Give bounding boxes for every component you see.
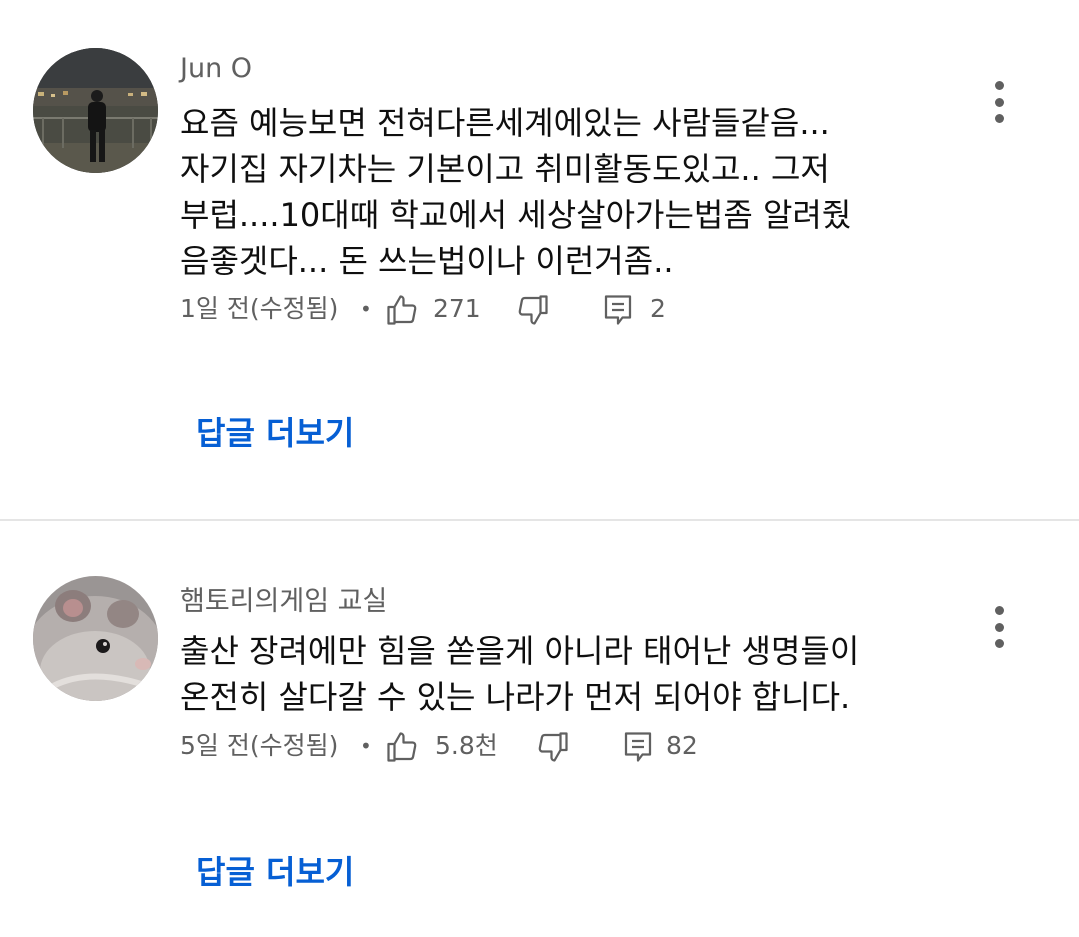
comment-text: 출산 장려에만 힘을 쏟을게 아니라 태어난 생명들이 온전히 살다갈 수 있는… <box>180 628 960 720</box>
dislike-button[interactable] <box>535 726 575 766</box>
comment-text-line: 출산 장려에만 힘을 쏟을게 아니라 태어난 생명들이 <box>180 632 860 670</box>
reply-count: 2 <box>650 294 666 323</box>
reply-button[interactable] <box>620 726 660 766</box>
dislike-button[interactable] <box>515 289 555 329</box>
more-vertical-icon[interactable] <box>982 602 1016 652</box>
comment-text-line: 온전히 살다갈 수 있는 나라가 먼저 되어야 합니다. <box>180 678 851 716</box>
thumbs-down-icon <box>538 732 568 762</box>
reply-count: 82 <box>666 731 698 760</box>
comment-author[interactable]: Jun O <box>180 53 252 84</box>
comment-author[interactable]: 햄토리의게임 교실 <box>180 579 387 618</box>
comment-timestamp: 1일 전(수정됨) <box>180 294 339 323</box>
avatar-photo <box>33 576 158 701</box>
avatar[interactable] <box>33 48 158 173</box>
comment-text-line: 부럽....10대때 학교에서 세상살아가는법좀 알려줬 <box>180 196 852 234</box>
comment-text-line: 자기집 자기차는 기본이고 취미활동도있고.. 그저 <box>180 150 830 188</box>
meta-separator: • <box>360 734 372 758</box>
more-vertical-icon[interactable] <box>982 77 1016 127</box>
thumbs-down-icon <box>518 295 548 325</box>
comment-item: Jun O 요즘 예능보면 전혀다른세계에있는 사람들같음... 자기집 자기차… <box>0 0 1079 519</box>
like-button[interactable] <box>384 289 424 329</box>
like-count: 5.8천 <box>435 731 498 760</box>
comment-item: 햄토리의게임 교실 출산 장려에만 힘을 쏟을게 아니라 태어난 생명들이 온전… <box>0 521 1079 937</box>
thumbs-up-icon <box>387 732 417 762</box>
comment-text-line: 음좋겟다... 돈 쓰는법이나 이런거좀.. <box>180 242 674 280</box>
like-count: 271 <box>433 294 481 323</box>
like-button[interactable] <box>384 726 424 766</box>
comment-actions: 1일 전(수정됨) • 271 2 <box>180 289 880 329</box>
meta-separator: • <box>360 297 372 321</box>
reply-button[interactable] <box>600 289 640 329</box>
avatar[interactable] <box>33 576 158 701</box>
thumbs-up-icon <box>387 295 417 325</box>
comment-text: 요즘 예능보면 전혀다른세계에있는 사람들같음... 자기집 자기차는 기본이고… <box>180 100 960 284</box>
reply-comment-icon <box>604 295 632 325</box>
comment-actions: 5일 전(수정됨) • 5.8천 82 <box>180 726 880 766</box>
more-replies-button[interactable]: 답글 더보기 <box>196 408 354 454</box>
reply-comment-icon <box>624 732 652 762</box>
comment-timestamp: 5일 전(수정됨) <box>180 731 339 760</box>
avatar-photo <box>33 48 158 173</box>
more-replies-button[interactable]: 답글 더보기 <box>196 847 354 893</box>
comment-text-line: 요즘 예능보면 전혀다른세계에있는 사람들같음... <box>180 104 830 142</box>
